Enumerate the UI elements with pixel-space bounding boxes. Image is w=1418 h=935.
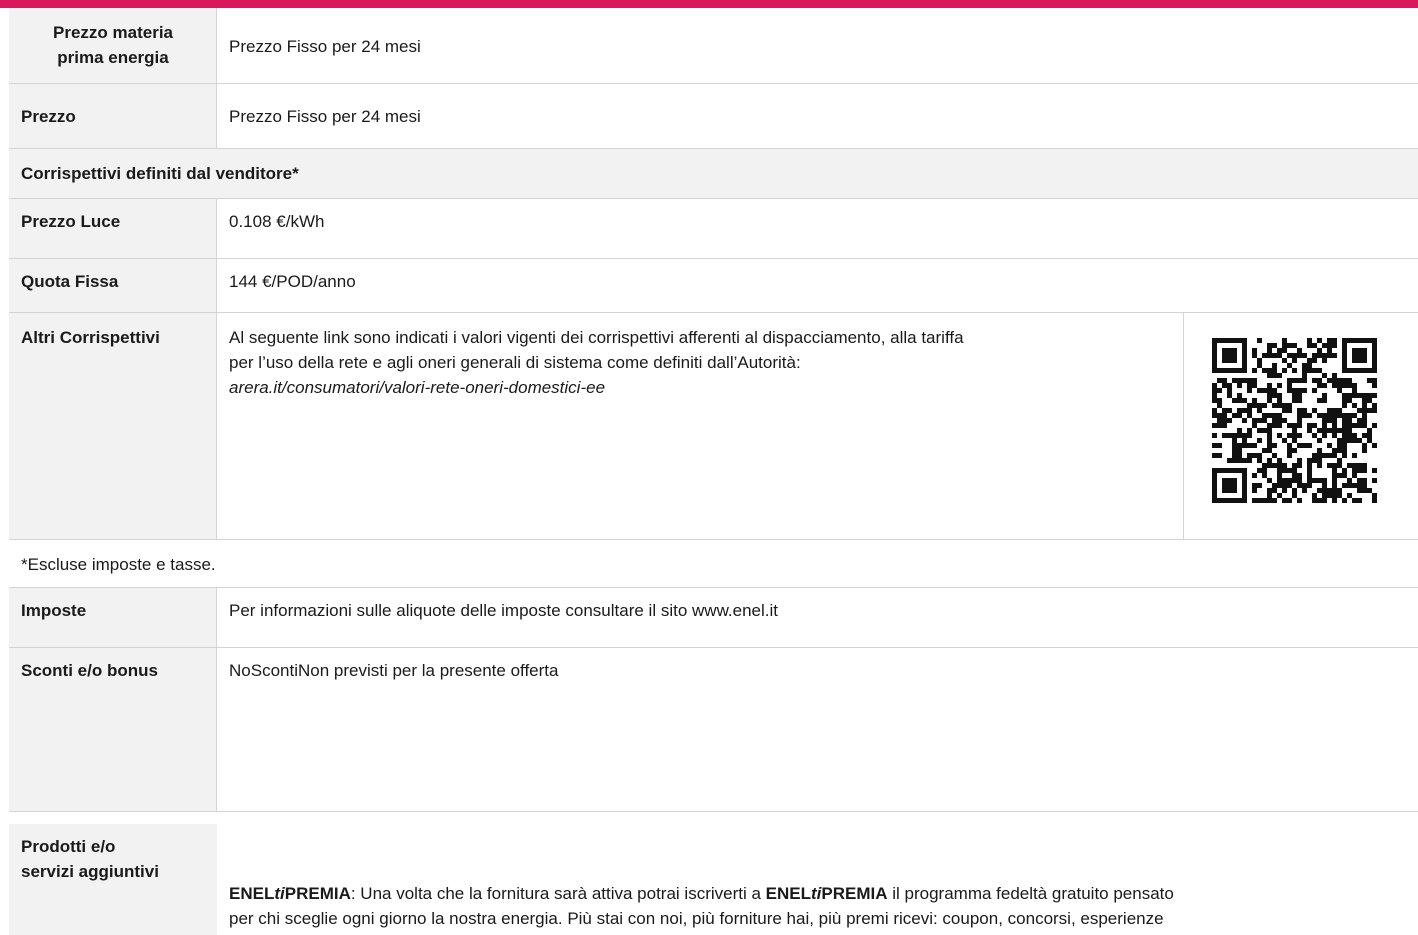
enel-brand-ti: ti [274, 884, 285, 903]
row-label-cell: Imposte [9, 588, 217, 647]
enel-premia-paragraph: ENELtiPREMIA: Una volta che la fornitura… [229, 881, 1418, 931]
section-title: Corrispettivi definiti dal venditore* [21, 164, 299, 183]
enel-brand-suffix: PREMIA [284, 884, 351, 903]
row-value: NoScontiNon previsti per la presente off… [229, 661, 559, 680]
row-altri-corrispettivi: Altri Corrispettivi Al seguente link son… [9, 313, 1418, 540]
row-imposte: Imposte Per informazioni sulle aliquote … [9, 588, 1418, 648]
row-value: Prezzo Fisso per 24 mesi [229, 37, 421, 56]
enel-brand-suffix-2: PREMIA [821, 884, 888, 903]
accent-bar [0, 0, 1418, 8]
row-label: Sconti e/o bonus [21, 661, 158, 680]
row-label: Altri Corrispettivi [21, 328, 160, 347]
qr-code-icon[interactable] [1212, 338, 1377, 503]
footnote: *Escluse imposte e tasse. [21, 555, 216, 574]
row-label-cell: Prodotti e/o servizi aggiuntivi [9, 824, 217, 935]
enel-brand-prefix: ENEL [229, 884, 275, 903]
row-label: Quota Fissa [21, 272, 119, 291]
row-label-cell: Prezzo [9, 84, 217, 148]
row-prezzo: Prezzo Prezzo Fisso per 24 mesi [9, 84, 1418, 149]
section-header: Corrispettivi definiti dal venditore* [9, 149, 1418, 199]
row-value: Per informazioni sulle aliquote delle im… [229, 601, 778, 620]
row-value: Al seguente link sono indicati i valori … [229, 325, 964, 400]
paragraph-text-1: : Una volta che la fornitura sarà attiva… [350, 884, 766, 903]
row-quota-fissa: Quota Fissa 144 €/POD/anno [9, 259, 1418, 313]
footnote-row: *Escluse imposte e tasse. [9, 540, 1418, 588]
row-prodotti-servizi: Prodotti e/o servizi aggiuntivi ENELtiPR… [9, 812, 1418, 935]
row-label: Prodotti e/o servizi aggiuntivi [21, 837, 159, 881]
row-label: Prezzo [21, 107, 76, 126]
altri-text-line-1: Al seguente link sono indicati i valori … [229, 328, 964, 347]
arera-link[interactable]: arera.it/consumatori/valori-rete-oneri-d… [229, 375, 964, 400]
row-label-cell: Quota Fissa [9, 259, 217, 312]
altri-text-line-2: per l’uso della rete e agli oneri genera… [229, 353, 801, 372]
paragraph-line-2: per chi sceglie ogni giorno la nostra en… [229, 909, 1164, 928]
row-prezzo-materia-prima: Prezzo materia prima energia Prezzo Fiss… [9, 8, 1418, 84]
row-label-cell: Altri Corrispettivi [9, 313, 217, 539]
row-label: Imposte [21, 601, 87, 620]
paragraph-text-2: il programma fedeltà gratuito pensato [887, 884, 1174, 903]
enel-brand-ti-2: ti [811, 884, 822, 903]
paragraph-line-1: ENELtiPREMIA: Una volta che la fornitura… [229, 881, 1418, 906]
row-value: 0.108 €/kWh [229, 212, 325, 231]
row-value: Prezzo Fisso per 24 mesi [229, 107, 421, 126]
row-label-cell: Sconti e/o bonus [9, 648, 217, 811]
row-label-cell: Prezzo materia prima energia [9, 8, 217, 83]
row-label: Prezzo Luce [21, 212, 121, 231]
row-value: 144 €/POD/anno [229, 272, 356, 291]
row-label: Prezzo materia prima energia [53, 23, 173, 67]
enel-brand-prefix-2: ENEL [765, 884, 811, 903]
qr-cell [1183, 313, 1418, 539]
row-prezzo-luce: Prezzo Luce 0.108 €/kWh [9, 199, 1418, 259]
row-label-cell: Prezzo Luce [9, 199, 217, 258]
row-sconti: Sconti e/o bonus NoScontiNon previsti pe… [9, 648, 1418, 812]
